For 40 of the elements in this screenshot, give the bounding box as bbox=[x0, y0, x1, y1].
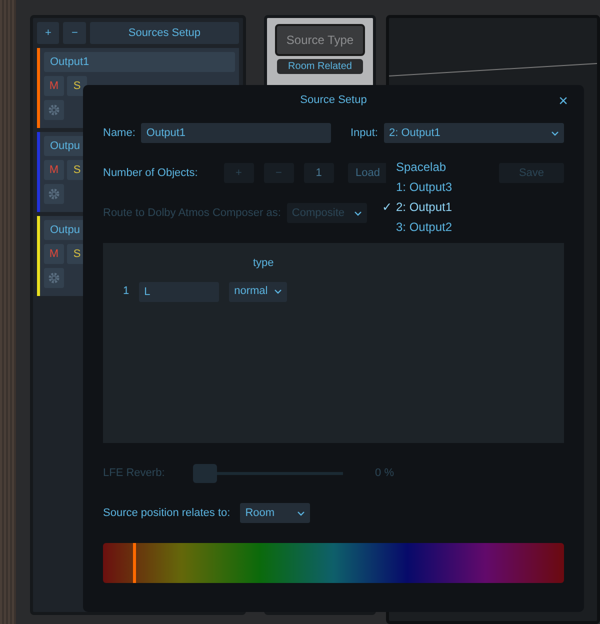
input-label: Input: bbox=[350, 126, 378, 141]
object-type-select[interactable]: normal bbox=[229, 282, 288, 302]
name-field[interactable]: Output1 bbox=[141, 123, 332, 143]
settings-button[interactable] bbox=[44, 184, 64, 204]
caret-icon bbox=[274, 289, 282, 294]
object-count-field[interactable]: 1 bbox=[304, 163, 334, 183]
color-marker[interactable] bbox=[132, 543, 136, 583]
close-button[interactable]: × bbox=[552, 89, 574, 115]
sources-setup-button[interactable]: Sources Setup bbox=[90, 22, 239, 44]
menu-option[interactable]: ✓ 2: Output1 bbox=[382, 197, 486, 217]
source-type-value: Room Related bbox=[277, 59, 363, 74]
name-label: Name: bbox=[103, 126, 136, 141]
caret-icon bbox=[354, 210, 362, 216]
position-select[interactable]: Room bbox=[240, 503, 310, 523]
check-mark: ✓ bbox=[382, 200, 392, 214]
settings-icon bbox=[47, 187, 61, 201]
source-type-button[interactable]: Source Type bbox=[275, 24, 365, 56]
add-button[interactable]: + bbox=[37, 22, 60, 44]
route-label: Route to Dolby Atmos Composer as: bbox=[103, 206, 281, 221]
settings-icon bbox=[47, 271, 61, 285]
lfe-reverb-label: LFE Reverb: bbox=[103, 466, 165, 481]
row-index: 1 bbox=[123, 284, 130, 300]
settings-button[interactable] bbox=[44, 268, 64, 288]
dialog-title: Source Setup bbox=[300, 94, 367, 106]
settings-icon bbox=[47, 103, 61, 117]
object-name-field[interactable]: L bbox=[139, 282, 220, 302]
input-select[interactable]: 2: Output1 bbox=[384, 123, 564, 143]
remove-button[interactable]: − bbox=[63, 22, 86, 44]
menu-header: Spacelab bbox=[395, 159, 448, 176]
objects-label: Number of Objects: bbox=[103, 166, 198, 181]
column-header: type bbox=[252, 256, 275, 271]
caret-icon bbox=[551, 130, 559, 136]
load-button[interactable]: Load bbox=[348, 163, 388, 183]
lfe-reverb-reading: 0 % bbox=[375, 466, 394, 481]
caret-icon bbox=[297, 510, 306, 516]
position-label: Source position relates to: bbox=[103, 506, 230, 521]
source-name-field[interactable]: Output1 bbox=[44, 52, 235, 72]
menu-option[interactable]: 3: Output2 bbox=[382, 217, 486, 237]
settings-button[interactable] bbox=[44, 100, 64, 120]
solo-button[interactable]: S bbox=[67, 76, 87, 96]
